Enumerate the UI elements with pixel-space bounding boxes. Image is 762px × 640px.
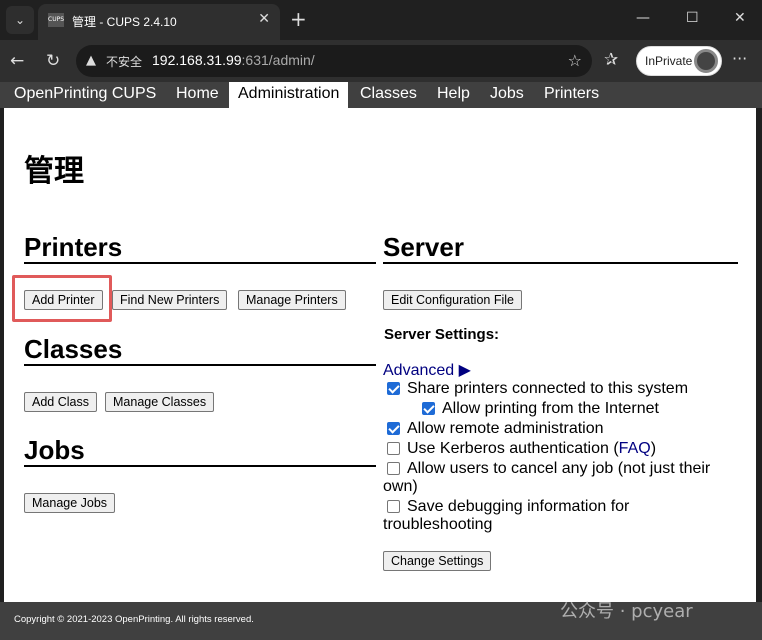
window-close-icon[interactable]: ✕ [734, 10, 746, 26]
address-bar-row: ← ↻ ▲ 不安全 192.168.31.99:631/admin/ ☆ ✰ I… [0, 40, 762, 82]
server-heading: Server [383, 232, 738, 264]
maximize-icon[interactable]: ☐ [686, 10, 699, 26]
minimize-icon[interactable]: — [636, 10, 650, 26]
allow-internet-printing-label: Allow printing from the Internet [442, 400, 659, 417]
footer-copyright: Copyright © 2021-2023 OpenPrinting. All … [14, 614, 254, 625]
classes-heading: Classes [24, 334, 376, 366]
kerberos-label-text: Use Kerberos authentication ( [407, 440, 619, 457]
nav-administration[interactable]: Administration [229, 82, 349, 108]
tab-title: 管理 - CUPS 2.4.10 [72, 15, 177, 29]
nav-home[interactable]: Home [167, 82, 228, 108]
watermark: 公众号 · pcyear [560, 601, 693, 622]
add-printer-highlight-box [12, 275, 112, 322]
url-field[interactable]: ▲ 不安全 192.168.31.99:631/admin/ ☆ [76, 45, 592, 77]
avatar [694, 49, 718, 73]
cancel-any-job-checkbox[interactable] [387, 462, 400, 475]
url-path: :631/admin/ [241, 52, 315, 68]
cups-navbar: OpenPrinting CUPS Home Administration Cl… [0, 82, 762, 108]
debug-logging-label-cont: troubleshooting [383, 516, 493, 533]
advanced-link[interactable]: Advanced ▶ [383, 360, 471, 380]
tab-actions-chevron-icon[interactable]: ⌄ [6, 6, 34, 34]
kerberos-checkbox[interactable] [387, 442, 400, 455]
nav-printers[interactable]: Printers [535, 82, 608, 108]
allow-remote-admin-checkbox[interactable] [387, 422, 400, 435]
manage-printers-button[interactable]: Manage Printers [238, 290, 346, 310]
close-tab-icon[interactable]: ✕ [258, 11, 270, 27]
cancel-any-job-label: Allow users to cancel any job (not just … [407, 460, 711, 477]
refresh-icon[interactable]: ↻ [46, 51, 60, 71]
page-content: 管理 Printers Add Printer Find New Printer… [4, 108, 756, 602]
warning-triangle-icon[interactable]: ▲ [86, 53, 96, 68]
cups-favicon-icon: CUPS [48, 13, 64, 27]
browser-titlebar: ⌄ CUPS 管理 - CUPS 2.4.10 ✕ + — ☐ ✕ [0, 0, 762, 40]
favorite-star-icon[interactable]: ☆ [568, 51, 582, 70]
kerberos-label: Use Kerberos authentication (FAQ) [407, 440, 656, 458]
server-settings-label: Server Settings: [384, 326, 500, 343]
page-title: 管理 [24, 154, 84, 189]
printers-heading: Printers [24, 232, 376, 264]
cancel-any-job-label-cont: own) [383, 478, 418, 495]
nav-openprinting-cups[interactable]: OpenPrinting CUPS [5, 82, 165, 108]
manage-jobs-button[interactable]: Manage Jobs [24, 493, 116, 513]
manage-classes-button[interactable]: Manage Classes [105, 392, 215, 412]
edit-configuration-file-button[interactable]: Edit Configuration File [383, 290, 522, 310]
insecure-label[interactable]: 不安全 [106, 53, 142, 70]
change-settings-button[interactable]: Change Settings [383, 551, 492, 571]
share-printers-label: Share printers connected to this system [407, 380, 689, 397]
debug-logging-label: Save debugging information for [407, 498, 630, 515]
allow-remote-admin-label: Allow remote administration [407, 420, 604, 437]
find-new-printers-button[interactable]: Find New Printers [112, 290, 228, 310]
inprivate-label: InPrivate [645, 54, 693, 68]
favorites-list-icon[interactable]: ✰ [604, 50, 618, 70]
nav-jobs[interactable]: Jobs [481, 82, 533, 108]
jobs-heading: Jobs [24, 435, 376, 467]
url-host: 192.168.31.99 [152, 52, 242, 68]
allow-internet-printing-checkbox[interactable] [422, 402, 435, 415]
more-options-icon[interactable]: ··· [732, 49, 747, 68]
inprivate-badge[interactable]: InPrivate [636, 46, 722, 76]
debug-logging-checkbox[interactable] [387, 500, 400, 513]
nav-classes[interactable]: Classes [351, 82, 426, 108]
url-text[interactable]: 192.168.31.99:631/admin/ [152, 52, 315, 68]
new-tab-plus-icon[interactable]: + [290, 8, 307, 30]
back-arrow-icon[interactable]: ← [10, 51, 24, 71]
nav-help[interactable]: Help [428, 82, 479, 108]
browser-tab[interactable]: CUPS 管理 - CUPS 2.4.10 ✕ [38, 4, 280, 40]
kerberos-label-suffix: ) [650, 440, 657, 457]
faq-link[interactable]: FAQ [619, 440, 651, 457]
add-class-button[interactable]: Add Class [24, 392, 97, 412]
share-printers-checkbox[interactable] [387, 382, 400, 395]
